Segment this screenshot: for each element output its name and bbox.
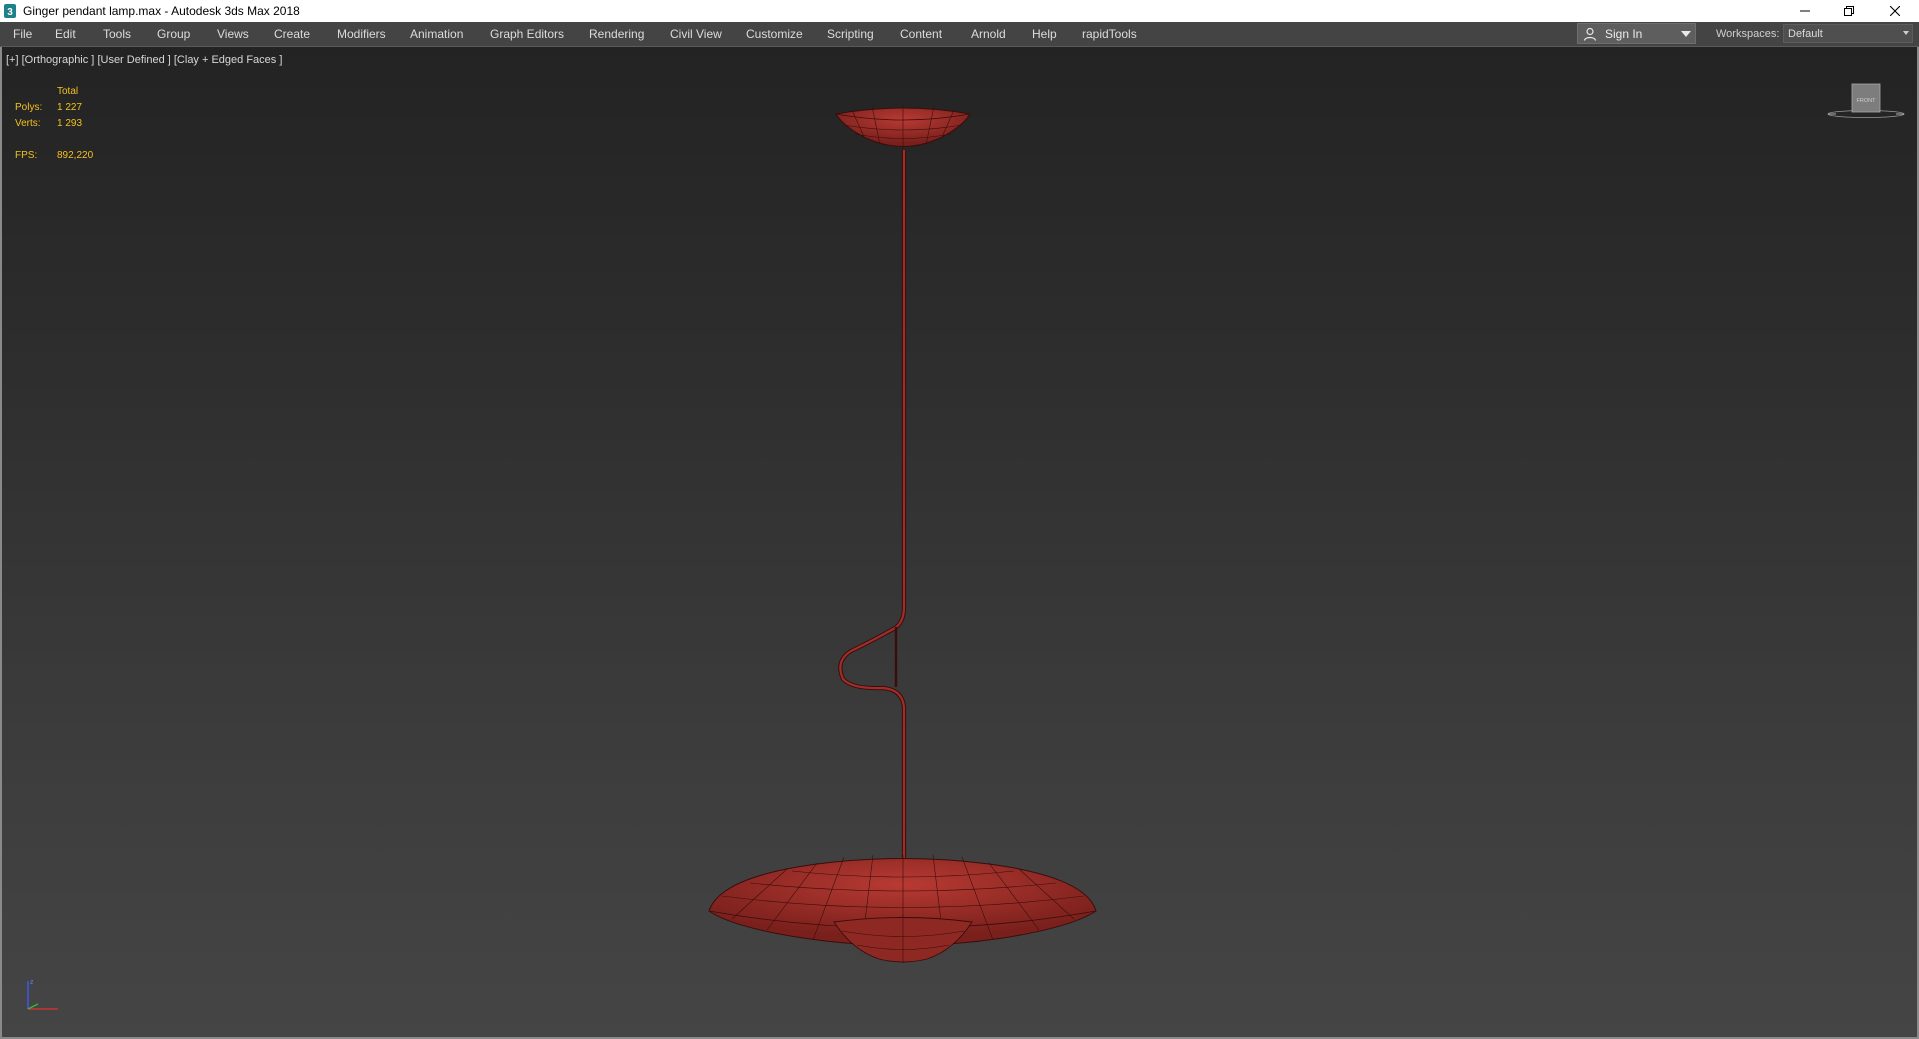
- menu-graph-editors[interactable]: Graph Editors: [490, 27, 564, 41]
- menu-create[interactable]: Create: [274, 27, 310, 41]
- menu-civil-view[interactable]: Civil View: [670, 27, 722, 41]
- svg-text:3: 3: [7, 7, 13, 18]
- title-bar: 3 Ginger pendant lamp.max - Autodesk 3ds…: [0, 0, 1919, 22]
- menu-arnold[interactable]: Arnold: [971, 27, 1006, 41]
- menu-content[interactable]: Content: [900, 27, 942, 41]
- menu-group[interactable]: Group: [157, 27, 190, 41]
- minimize-button[interactable]: [1782, 0, 1827, 22]
- pendant-lamp-model[interactable]: [2, 47, 1917, 1037]
- workspace-select[interactable]: Default: [1783, 24, 1913, 43]
- user-icon: [1583, 27, 1597, 41]
- restore-button[interactable]: [1826, 0, 1871, 22]
- menu-file[interactable]: File: [13, 27, 32, 41]
- close-button[interactable]: [1872, 0, 1917, 22]
- workspace-value: Default: [1788, 28, 1823, 40]
- axis-z-label: z: [30, 979, 34, 986]
- chevron-down-icon: [1681, 31, 1691, 37]
- menu-customize[interactable]: Customize: [746, 27, 803, 41]
- sign-in-dropdown[interactable]: Sign In: [1577, 23, 1696, 44]
- window-title: Ginger pendant lamp.max - Autodesk 3ds M…: [23, 4, 300, 18]
- 3dsmax-logo-icon: 3: [4, 4, 16, 18]
- lamp-cable: [838, 150, 907, 861]
- menu-help[interactable]: Help: [1032, 27, 1057, 41]
- menu-views[interactable]: Views: [217, 27, 249, 41]
- menu-modifiers[interactable]: Modifiers: [337, 27, 386, 41]
- menu-tools[interactable]: Tools: [103, 27, 131, 41]
- viewcube-face-label: FRONT: [1857, 98, 1877, 104]
- restore-icon: [1843, 6, 1854, 16]
- workspaces-label: Workspaces:: [1716, 28, 1780, 40]
- viewport[interactable]: [+] [Orthographic ] [User Defined ] [Cla…: [0, 47, 1919, 1039]
- menu-edit[interactable]: Edit: [55, 27, 76, 41]
- sign-in-label: Sign In: [1605, 27, 1643, 41]
- menu-scripting[interactable]: Scripting: [827, 27, 874, 41]
- axis-tripod-icon: z: [27, 979, 58, 1010]
- viewcube-widget[interactable]: FRONT: [1826, 80, 1906, 120]
- menu-rendering[interactable]: Rendering: [589, 27, 644, 41]
- lamp-shade: [708, 854, 1097, 963]
- menu-animation[interactable]: Animation: [410, 27, 463, 41]
- app-window: 3 Ginger pendant lamp.max - Autodesk 3ds…: [0, 0, 1919, 1039]
- close-icon: [1889, 6, 1900, 16]
- chevron-down-icon: [1903, 31, 1909, 35]
- minimize-icon: [1799, 10, 1810, 12]
- ceiling-canopy: [835, 104, 971, 151]
- menu-bar: File Edit Tools Group Views Create Modif…: [0, 22, 1919, 47]
- menu-rapidtools[interactable]: rapidTools: [1082, 27, 1137, 41]
